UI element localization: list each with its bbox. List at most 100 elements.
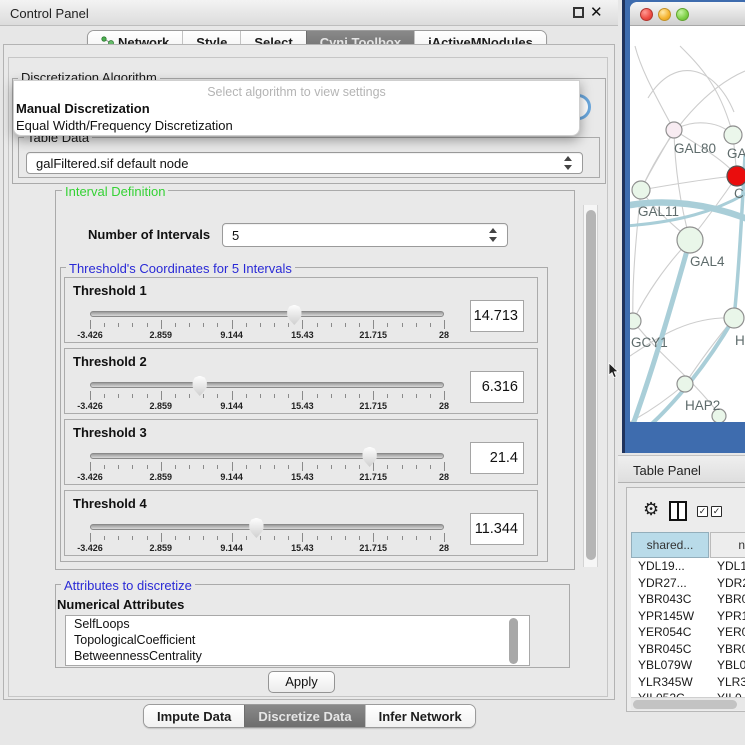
number-of-intervals-spinner[interactable]: 5 [222, 223, 508, 247]
tick-mark [373, 320, 374, 329]
tab-impute-data[interactable]: Impute Data [144, 705, 244, 727]
network-canvas[interactable]: GAL80 GA C GAL11 GAL4 GCY1 H HAP2 [630, 26, 745, 422]
slider-track[interactable] [90, 311, 444, 317]
threshold-label: Threshold 3 [73, 425, 147, 440]
threshold-1-value-field[interactable]: 14.713 [470, 300, 524, 332]
label-gcy1: GCY1 [631, 335, 668, 350]
threshold-4-value-field[interactable]: 11.344 [470, 513, 524, 545]
threshold-3-value-field[interactable]: 21.4 [470, 442, 524, 474]
node-h[interactable] [724, 308, 744, 328]
close-icon[interactable]: ✕ [590, 3, 603, 21]
slider-track[interactable] [90, 524, 444, 530]
tick-mark [302, 533, 303, 542]
gear-icon[interactable]: ⚙ [643, 500, 659, 518]
table-row[interactable]: YER054CYER0 [631, 624, 745, 641]
slider-ticks [90, 320, 444, 330]
tick-mark [90, 462, 91, 471]
control-panel-titlebar: Control Panel ✕ [0, 0, 618, 26]
node-gal80[interactable] [666, 122, 682, 138]
tick-label: 15.43 [291, 401, 314, 411]
tick-mark [203, 394, 204, 398]
popup-option-manual-discretization[interactable]: Manual Discretization [14, 101, 579, 118]
numerical-attributes-list[interactable]: SelfLoopsTopologicalCoefficientBetweenne… [65, 615, 530, 666]
tick-label: 9.144 [220, 472, 243, 482]
label-gal4: GAL4 [690, 254, 725, 269]
table-row[interactable]: YBR045CYBR0 [631, 641, 745, 658]
attributes-label: Attributes to discretize [61, 578, 195, 593]
cell-name: YDL1 [717, 559, 745, 573]
node-hap2[interactable] [677, 376, 693, 392]
table-row[interactable]: YDL19...YDL1 [631, 558, 745, 575]
attribute-topologicalcoefficient[interactable]: TopologicalCoefficient [66, 632, 529, 648]
tick-mark [416, 323, 417, 327]
tick-label: 28 [439, 401, 449, 411]
label-gal11: GAL11 [638, 204, 679, 219]
table-row[interactable]: YBR043CYBR0 [631, 591, 745, 608]
vertical-scrollbar[interactable] [583, 205, 598, 567]
node-gal11[interactable] [632, 181, 650, 199]
popup-options: Manual DiscretizationEqual Width/Frequen… [14, 101, 579, 134]
tick-label: 28 [439, 543, 449, 553]
apply-button[interactable]: Apply [268, 671, 335, 693]
network-window-titlebar[interactable] [630, 2, 745, 26]
thresholds-title: Threshold's Coordinates for 5 Intervals [66, 261, 295, 276]
tick-mark [147, 536, 148, 540]
table-rows[interactable]: YDL19...YDL1YDR27...YDR2YBR043CYBR0YPR14… [631, 558, 745, 697]
table-row[interactable]: YIL052CYIL0 [631, 690, 745, 697]
horizontal-scrollbar[interactable] [631, 697, 745, 710]
tick-mark [387, 394, 388, 398]
slider-track[interactable] [90, 453, 444, 459]
column-header-name[interactable]: na [710, 532, 745, 558]
tick-mark [274, 465, 275, 469]
tick-mark [416, 465, 417, 469]
table-data-combobox[interactable]: galFiltered.sif default node [26, 152, 583, 174]
tick-label: 2.859 [150, 401, 173, 411]
tick-mark [302, 320, 303, 329]
table-row[interactable]: YPR145WYPR1 [631, 608, 745, 625]
scrollbar-thumb[interactable] [586, 210, 596, 560]
node-gal4[interactable] [677, 227, 703, 253]
attribute-selfloops[interactable]: SelfLoops [66, 616, 529, 632]
node-ga[interactable] [724, 126, 742, 144]
slider-ticks [90, 391, 444, 401]
tick-mark [232, 320, 233, 329]
checkbox-icon[interactable]: ✓ [697, 506, 708, 517]
tick-mark [217, 394, 218, 398]
tick-mark [147, 323, 148, 327]
threshold-label: Threshold 2 [73, 354, 147, 369]
tab-discretize-data[interactable]: Discretize Data [244, 705, 364, 727]
table-row[interactable]: YLR345WYLR3 [631, 674, 745, 691]
tick-mark [203, 323, 204, 327]
zoom-traffic-light-icon[interactable] [676, 8, 689, 21]
list-scrollbar-thumb[interactable] [509, 618, 518, 664]
close-traffic-light-icon[interactable] [640, 8, 653, 21]
number-of-intervals-label: Number of Intervals [88, 227, 210, 242]
tick-mark [359, 323, 360, 327]
split-view-icon[interactable] [669, 501, 687, 521]
node-red-selected[interactable] [727, 166, 745, 186]
label-hap2: HAP2 [685, 398, 720, 413]
slider-track[interactable] [90, 382, 444, 388]
tab-infer-network[interactable]: Infer Network [365, 705, 475, 727]
tick-mark [104, 536, 105, 540]
tick-mark [345, 323, 346, 327]
minimize-traffic-light-icon[interactable] [658, 8, 671, 21]
tick-mark [430, 323, 431, 327]
node-gcy1[interactable] [630, 313, 641, 329]
tick-mark [161, 533, 162, 542]
tick-mark [317, 394, 318, 398]
checkbox-icon[interactable]: ✓ [711, 506, 722, 517]
table-row[interactable]: YDR27...YDR2 [631, 575, 745, 592]
bottom-tab-bar: Impute DataDiscretize DataInfer Network [143, 704, 476, 728]
column-header-shared[interactable]: shared... [631, 532, 709, 558]
float-window-icon[interactable] [573, 7, 584, 18]
table-row[interactable]: YBL079WYBL0 [631, 657, 745, 674]
threshold-2-value-field[interactable]: 6.316 [470, 371, 524, 403]
tick-mark [217, 323, 218, 327]
cell-name: YPR1 [717, 609, 745, 623]
cell-name: YLR3 [717, 675, 745, 689]
popup-option-equal-width-frequency-discretization[interactable]: Equal Width/Frequency Discretization [14, 118, 579, 135]
attribute-betweennesscentrality[interactable]: BetweennessCentrality [66, 648, 529, 664]
hscrollbar-thumb[interactable] [633, 700, 737, 709]
tick-mark [402, 323, 403, 327]
